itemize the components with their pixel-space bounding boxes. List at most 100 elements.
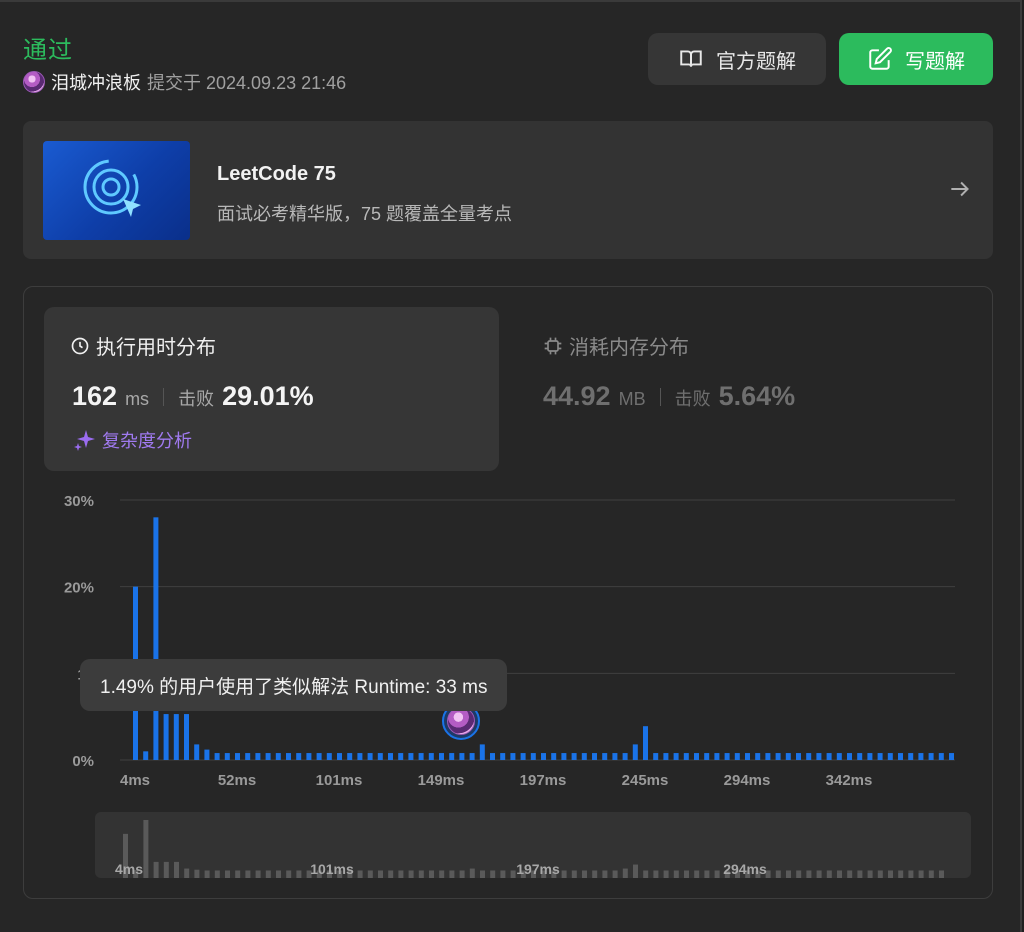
bar[interactable] (592, 753, 597, 760)
bar[interactable] (694, 753, 699, 760)
navigator-bar (459, 870, 465, 878)
bar[interactable] (551, 753, 557, 760)
bar[interactable] (153, 517, 159, 760)
navigator-bar (888, 870, 893, 878)
bar[interactable] (296, 753, 302, 760)
bar[interactable] (887, 753, 893, 760)
bar[interactable] (632, 744, 638, 760)
bar[interactable] (683, 753, 689, 760)
navigator-bar (602, 870, 608, 878)
bar[interactable] (377, 753, 383, 760)
bar[interactable] (173, 714, 179, 760)
bar[interactable] (847, 753, 852, 760)
bar[interactable] (204, 749, 210, 760)
bar[interactable] (714, 753, 720, 760)
bar[interactable] (622, 753, 628, 760)
bar[interactable] (673, 753, 679, 760)
bar[interactable] (520, 753, 526, 760)
bar[interactable] (255, 753, 261, 760)
runtime-distribution-chart[interactable]: 30%20%100%4ms52ms101ms149ms197ms245ms294… (0, 0, 1024, 932)
bar[interactable] (938, 753, 944, 760)
bar[interactable] (826, 753, 832, 760)
navigator-bar (826, 870, 832, 878)
bar[interactable] (194, 744, 200, 760)
bar[interactable] (367, 753, 373, 760)
bar[interactable] (836, 753, 842, 760)
bar[interactable] (235, 753, 240, 760)
bar[interactable] (347, 753, 353, 760)
bar[interactable] (428, 753, 434, 760)
navigator-bar (367, 870, 373, 878)
bar[interactable] (388, 753, 393, 760)
bar[interactable] (439, 753, 444, 760)
bar[interactable] (357, 753, 363, 760)
navigator-bar (418, 870, 424, 878)
bar[interactable] (765, 753, 771, 760)
bar[interactable] (398, 753, 404, 760)
navigator-bar (235, 870, 241, 878)
bar[interactable] (816, 753, 822, 760)
navigator-bar (816, 870, 822, 878)
bar[interactable] (775, 753, 781, 760)
bar[interactable] (214, 753, 220, 760)
bar[interactable] (734, 753, 740, 760)
range-navigator[interactable]: 4ms 101ms 197ms 294ms (95, 812, 971, 878)
bar[interactable] (561, 753, 567, 760)
bar[interactable] (704, 753, 710, 760)
bar[interactable] (857, 753, 863, 760)
bar[interactable] (745, 753, 750, 760)
avatar (447, 707, 475, 735)
bar[interactable] (796, 753, 801, 760)
bar[interactable] (163, 714, 169, 760)
bar[interactable] (908, 753, 914, 760)
bar[interactable] (581, 753, 587, 760)
bar[interactable] (663, 753, 669, 760)
bar[interactable] (643, 726, 648, 760)
bar[interactable] (510, 753, 516, 760)
bar[interactable] (245, 753, 251, 760)
bar[interactable] (275, 753, 281, 760)
navigator-bar (276, 870, 281, 878)
bar[interactable] (316, 753, 322, 760)
bar[interactable] (500, 753, 506, 760)
bar[interactable] (755, 753, 761, 760)
bar[interactable] (408, 753, 414, 760)
bar[interactable] (459, 753, 465, 760)
bar[interactable] (469, 753, 475, 760)
navigator-bar (775, 870, 781, 878)
bar[interactable] (877, 753, 883, 760)
bar[interactable] (337, 753, 342, 760)
bar[interactable] (265, 753, 271, 760)
navigator-bar (296, 870, 302, 878)
bar[interactable] (653, 753, 659, 760)
bar[interactable] (785, 753, 791, 760)
bar[interactable] (928, 753, 934, 760)
bar[interactable] (612, 753, 618, 760)
navigator-bar (265, 870, 271, 878)
navigator-bar (510, 870, 516, 878)
bar[interactable] (898, 753, 903, 760)
navigator-bar (806, 870, 812, 878)
bar[interactable] (326, 753, 332, 760)
navigator-chart[interactable]: 4ms 101ms 197ms 294ms (95, 812, 971, 878)
bar[interactable] (224, 753, 230, 760)
bar[interactable] (724, 753, 730, 760)
bar[interactable] (949, 753, 954, 760)
bar[interactable] (286, 753, 291, 760)
bar[interactable] (602, 753, 608, 760)
bar[interactable] (541, 753, 546, 760)
bar[interactable] (479, 744, 485, 760)
bar[interactable] (449, 753, 455, 760)
bar[interactable] (867, 753, 873, 760)
bar[interactable] (490, 753, 495, 760)
bar[interactable] (806, 753, 812, 760)
bar[interactable] (184, 714, 189, 760)
bar[interactable] (530, 753, 536, 760)
bar[interactable] (571, 753, 577, 760)
navigator-bar (571, 870, 577, 878)
navigator-bar (490, 870, 496, 878)
bar[interactable] (143, 751, 149, 760)
bar[interactable] (306, 753, 312, 760)
bar[interactable] (418, 753, 424, 760)
bar[interactable] (918, 753, 924, 760)
